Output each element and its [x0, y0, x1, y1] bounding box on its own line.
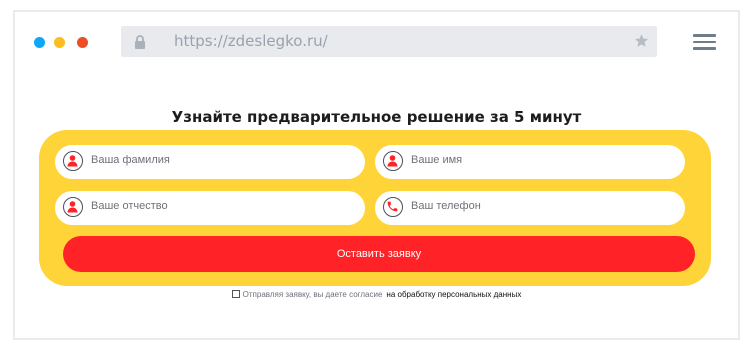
consent-checkbox[interactable]: [231, 290, 240, 298]
consent-text: Отправляя заявку, вы даете согласие: [242, 290, 383, 299]
application-form: Ваша фамилия Ваше имя Ваше отчество Ваш …: [39, 130, 711, 286]
consent-line: Отправляя заявку, вы даете согласие на об…: [15, 290, 738, 299]
phone-placeholder: Ваш телефон: [411, 200, 481, 212]
privacy-policy-link[interactable]: на обработку персональных данных: [386, 290, 521, 299]
window-dot-yellow[interactable]: [54, 37, 65, 48]
last-name-placeholder: Ваша фамилия: [91, 154, 170, 166]
last-name-field[interactable]: Ваша фамилия: [55, 145, 365, 179]
lock-icon: [134, 34, 146, 49]
browser-window: https://zdeslegko.ru/ Узнайте предварите…: [13, 10, 740, 340]
user-icon: [63, 151, 83, 171]
address-bar[interactable]: https://zdeslegko.ru/: [121, 26, 657, 57]
first-name-placeholder: Ваше имя: [411, 154, 463, 166]
first-name-field[interactable]: Ваше имя: [375, 145, 685, 179]
window-dot-blue[interactable]: [34, 37, 45, 48]
page-title: Узнайте предварительное решение за 5 мин…: [171, 108, 582, 126]
window-dot-red[interactable]: [77, 37, 88, 48]
phone-field[interactable]: Ваш телефон: [375, 191, 685, 225]
hamburger-menu-icon[interactable]: [693, 34, 716, 50]
middle-name-placeholder: Ваше отчество: [91, 200, 168, 212]
user-icon: [383, 151, 403, 171]
phone-icon: [383, 197, 403, 217]
url-text[interactable]: https://zdeslegko.ru/: [174, 32, 328, 50]
middle-name-field[interactable]: Ваше отчество: [55, 191, 365, 225]
submit-application-button[interactable]: Оставить заявку: [63, 236, 695, 272]
star-icon[interactable]: [634, 33, 649, 48]
user-icon: [63, 197, 83, 217]
